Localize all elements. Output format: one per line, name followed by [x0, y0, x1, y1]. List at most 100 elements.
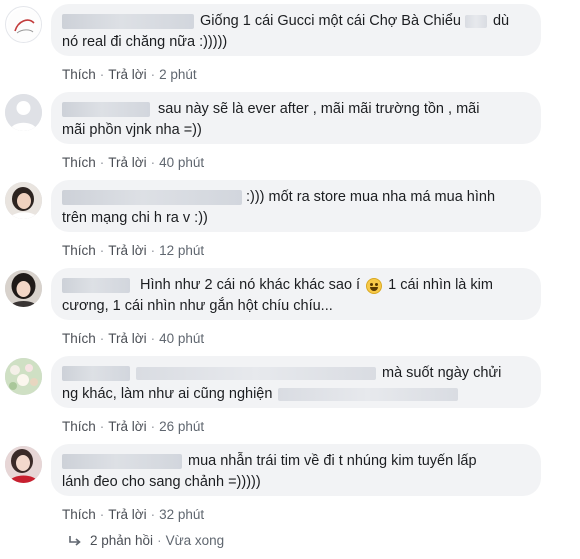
redacted-text: [278, 388, 459, 401]
comment-text-line: cương, 1 cái nhìn như gắn hột chíu chíu.…: [62, 296, 529, 317]
comment-bubble: :))) mốt ra store mua nha má mua hình tr…: [51, 180, 541, 232]
comment-text-line: nó real đi chăng nữa :))))): [62, 32, 529, 53]
comment-bubble: Hình như 2 cái nó khác khác sao í 1 cái …: [51, 268, 541, 320]
separator: ·: [99, 419, 105, 434]
replies-status: Vừa xong: [165, 533, 225, 548]
timestamp[interactable]: 40 phút: [159, 331, 204, 346]
author-name-redacted[interactable]: [62, 102, 150, 117]
separator: ·: [99, 243, 105, 258]
like-link[interactable]: Thích: [62, 67, 96, 82]
profile-avatar-photo-icon: [5, 182, 42, 219]
author-name-redacted[interactable]: [62, 190, 242, 205]
comment-text: cương, 1 cái nhìn như gắn hột chíu chíu.…: [62, 298, 333, 314]
comment-bubble: mua nhẫn trái tim về đi t nhúng kim tuyế…: [51, 444, 541, 496]
author-name-redacted[interactable]: [62, 366, 130, 381]
separator: ·: [150, 155, 156, 170]
comment-text: mà suốt ngày chửi: [382, 365, 502, 381]
profile-avatar-photo-icon: [5, 270, 42, 307]
comment-text-line: Hình như 2 cái nó khác khác sao í 1 cái …: [62, 275, 529, 296]
avatar[interactable]: [5, 94, 42, 131]
comment-text: Giống 1 cái Gucci một cái Chợ Bà Chiểu: [200, 13, 461, 29]
redacted-text: [464, 15, 487, 28]
timestamp[interactable]: 26 phút: [159, 419, 204, 434]
comment-text: 1 cái nhìn là kim: [388, 277, 493, 293]
comment-text-line: Giống 1 cái Gucci một cái Chợ Bà Chiểu dù: [62, 11, 529, 32]
comment-bubble: mà suốt ngày chửi ng khác, làm như ai cũ…: [51, 356, 541, 408]
comment-text: ng khác, làm như ai cũng nghiện: [62, 386, 273, 402]
comment-actions: Thích · Trả lời · 26 phút: [62, 417, 204, 437]
comment-text-line: sau này sẽ là ever after , mãi mãi trườn…: [62, 99, 529, 120]
comment-text-line: :))) mốt ra store mua nha má mua hình: [62, 187, 529, 208]
avatar[interactable]: [5, 446, 42, 483]
profile-avatar-photo-icon: [5, 446, 42, 483]
reply-link[interactable]: Trả lời: [108, 155, 146, 170]
comment-actions: Thích · Trả lời · 12 phút: [62, 241, 204, 261]
author-name-redacted[interactable]: [62, 454, 182, 469]
timestamp[interactable]: 2 phút: [159, 67, 197, 82]
separator: ·: [157, 533, 162, 548]
comment-text-line: lánh đeo cho sang chảnh =))))): [62, 472, 529, 493]
comment-item: :))) mốt ra store mua nha má mua hình tr…: [0, 180, 580, 268]
comment-item: mua nhẫn trái tim về đi t nhúng kim tuyế…: [0, 444, 580, 532]
author-name-redacted[interactable]: [62, 14, 194, 29]
timestamp[interactable]: 40 phút: [159, 155, 204, 170]
profile-avatar-sketch-icon: [7, 8, 41, 42]
reply-link[interactable]: Trả lời: [108, 507, 146, 522]
comment-text: mua nhẫn trái tim về đi t nhúng kim tuyế…: [188, 453, 477, 469]
laughing-emoji-icon: [366, 277, 383, 294]
reply-link[interactable]: Trả lời: [108, 331, 146, 346]
comment-bubble: sau này sẽ là ever after , mãi mãi trườn…: [51, 92, 541, 144]
timestamp[interactable]: 32 phút: [159, 507, 204, 522]
avatar[interactable]: [5, 270, 42, 307]
like-link[interactable]: Thích: [62, 331, 96, 346]
comment-thread: Giống 1 cái Gucci một cái Chợ Bà Chiểu dù…: [0, 0, 580, 559]
comment-item: sau này sẽ là ever after , mãi mãi trườn…: [0, 92, 580, 180]
comment-text-line: mãi phồn vjnk nha =)): [62, 120, 529, 141]
comment-text: Hình như 2 cái nó khác khác sao í: [140, 277, 361, 293]
separator: ·: [150, 243, 156, 258]
comment-item: Hình như 2 cái nó khác khác sao í 1 cái …: [0, 268, 580, 356]
redacted-text: [136, 367, 376, 380]
comment-text: nó real đi chăng nữa :))))): [62, 34, 228, 50]
profile-avatar-flowers-icon: [5, 358, 42, 395]
like-link[interactable]: Thích: [62, 155, 96, 170]
comment-text: mãi phồn vjnk nha =)): [62, 122, 202, 138]
comment-item: Giống 1 cái Gucci một cái Chợ Bà Chiểu dù…: [0, 4, 580, 92]
separator: ·: [99, 331, 105, 346]
reply-link[interactable]: Trả lời: [108, 419, 146, 434]
comment-actions: Thích · Trả lời · 2 phút: [62, 65, 197, 85]
reply-link[interactable]: Trả lời: [108, 67, 146, 82]
reply-link[interactable]: Trả lời: [108, 243, 146, 258]
comment-text: :))) mốt ra store mua nha má mua hình: [246, 189, 496, 205]
comment-text: trên mạng chi h ra v :)): [62, 210, 208, 226]
comment-text-line: trên mạng chi h ra v :)): [62, 208, 529, 229]
separator: ·: [150, 331, 156, 346]
comment-actions: Thích · Trả lời · 40 phút: [62, 329, 204, 349]
default-avatar-icon: [5, 94, 42, 131]
author-name-redacted[interactable]: [62, 278, 130, 293]
comment-text-line: mua nhẫn trái tim về đi t nhúng kim tuyế…: [62, 451, 529, 472]
comment-text: lánh đeo cho sang chảnh =))))): [62, 474, 261, 490]
comment-actions: Thích · Trả lời · 32 phút: [62, 505, 204, 525]
timestamp[interactable]: 12 phút: [159, 243, 204, 258]
avatar[interactable]: [5, 182, 42, 219]
separator: ·: [150, 507, 156, 522]
replies-count-link[interactable]: 2 phản hồi: [90, 533, 153, 548]
like-link[interactable]: Thích: [62, 507, 96, 522]
view-replies-row[interactable]: 2 phản hồi · Vừa xong: [68, 530, 224, 552]
separator: ·: [99, 155, 105, 170]
comment-bubble: Giống 1 cái Gucci một cái Chợ Bà Chiểu dù…: [51, 4, 541, 56]
like-link[interactable]: Thích: [62, 243, 96, 258]
comment-actions: Thích · Trả lời · 40 phút: [62, 153, 204, 173]
separator: ·: [99, 67, 105, 82]
avatar[interactable]: [5, 6, 42, 43]
comment-text-line: ng khác, làm như ai cũng nghiện: [62, 384, 529, 405]
comment-text: sau này sẽ là ever after , mãi mãi trườn…: [158, 101, 480, 117]
comment-text-line: mà suốt ngày chửi: [62, 363, 529, 384]
like-link[interactable]: Thích: [62, 419, 96, 434]
comment-text: dù: [492, 13, 510, 29]
avatar[interactable]: [5, 358, 42, 395]
separator: ·: [99, 507, 105, 522]
separator: ·: [150, 419, 156, 434]
comment-item: mà suốt ngày chửi ng khác, làm như ai cũ…: [0, 356, 580, 444]
